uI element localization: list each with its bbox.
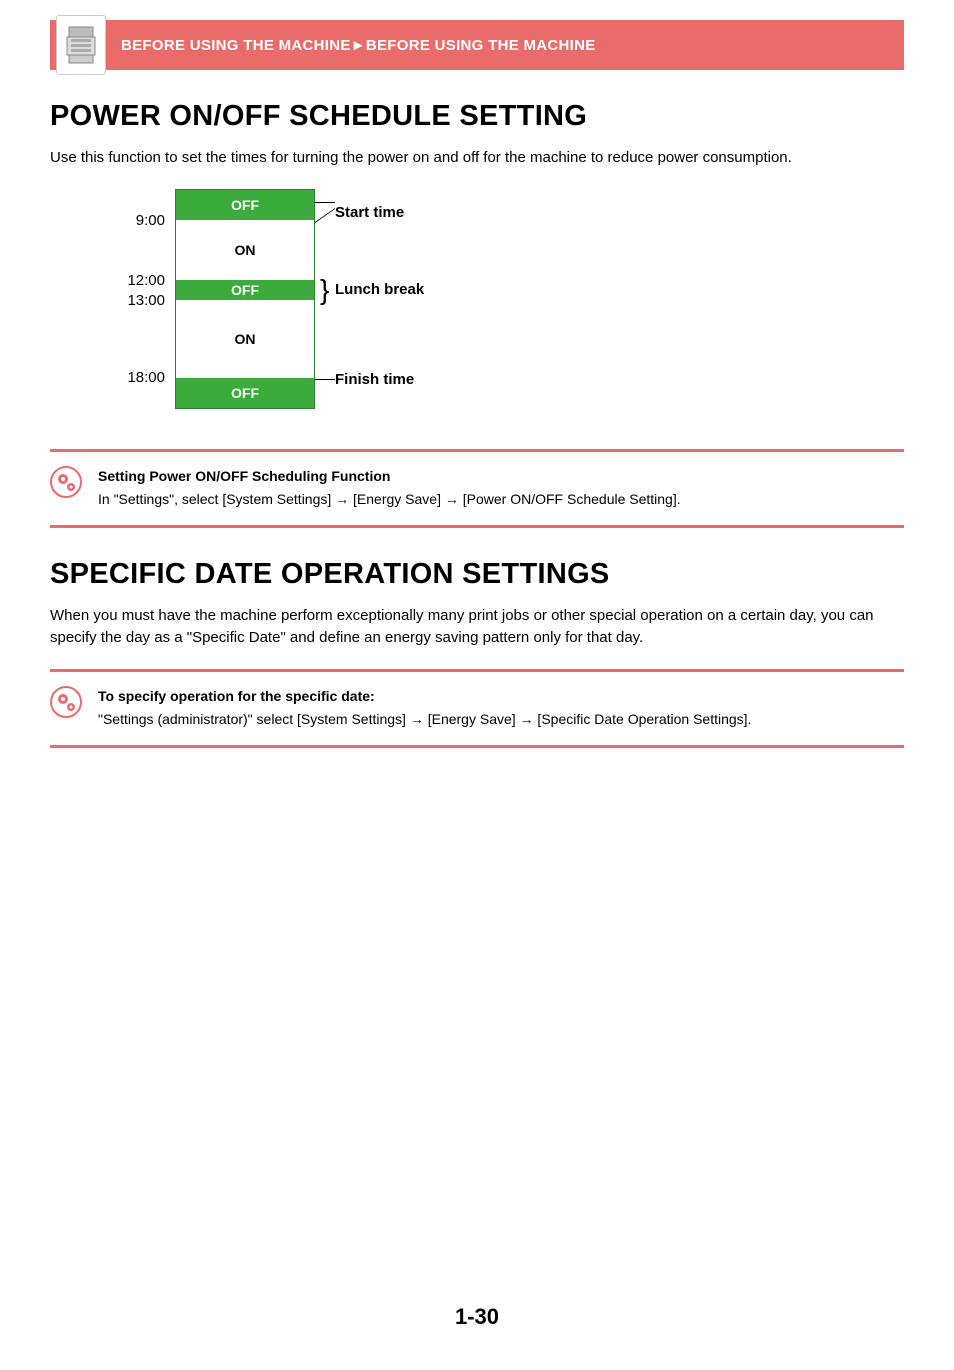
schedule-bar: OFF ON OFF ON OFF bbox=[175, 189, 315, 409]
note-title: Setting Power ON/OFF Scheduling Function bbox=[98, 466, 681, 488]
settings-gear-icon bbox=[50, 466, 90, 503]
schedule-diagram: 9:00 12:00 13:00 18:00 OFF ON OFF ON OFF… bbox=[50, 189, 904, 429]
time-label: 13:00 bbox=[110, 292, 165, 309]
note-block: Setting Power ON/OFF Scheduling Function… bbox=[50, 449, 904, 528]
note-body: To specify operation for the specific da… bbox=[98, 686, 751, 731]
breadcrumb: BEFORE USING THE MACHINE►BEFORE USING TH… bbox=[121, 37, 596, 54]
brace-icon: } bbox=[320, 276, 329, 304]
segment-off: OFF bbox=[176, 280, 314, 300]
connector-line bbox=[315, 208, 335, 223]
settings-gear-icon bbox=[50, 686, 90, 723]
note-block: To specify operation for the specific da… bbox=[50, 669, 904, 748]
time-label: 12:00 bbox=[110, 272, 165, 289]
page-number: 1-30 bbox=[0, 1304, 954, 1330]
section-intro-specific-date: When you must have the machine perform e… bbox=[50, 605, 904, 649]
note-text: In "Settings", select [System Settings] … bbox=[98, 491, 681, 507]
page-content: POWER ON/OFF SCHEDULE SETTING Use this f… bbox=[50, 100, 904, 748]
header-bar: BEFORE USING THE MACHINE►BEFORE USING TH… bbox=[50, 20, 904, 70]
section-title-power-schedule: POWER ON/OFF SCHEDULE SETTING bbox=[50, 100, 904, 133]
segment-off: OFF bbox=[176, 190, 314, 220]
section-title-specific-date: SPECIFIC DATE OPERATION SETTINGS bbox=[50, 558, 904, 591]
segment-on: ON bbox=[176, 220, 314, 280]
note-text: "Settings (administrator)" select [Syste… bbox=[98, 711, 751, 727]
diagram-label-finish-time: Finish time bbox=[335, 371, 414, 388]
note-body: Setting Power ON/OFF Scheduling Function… bbox=[98, 466, 681, 511]
time-label: 18:00 bbox=[110, 369, 165, 386]
machine-icon bbox=[56, 15, 106, 75]
diagram-label-lunch-break: Lunch break bbox=[335, 281, 424, 298]
note-title: To specify operation for the specific da… bbox=[98, 686, 751, 708]
segment-off: OFF bbox=[176, 378, 314, 408]
diagram-label-start-time: Start time bbox=[335, 204, 404, 221]
time-label: 9:00 bbox=[110, 212, 165, 229]
connector-line bbox=[315, 202, 335, 203]
segment-on: ON bbox=[176, 300, 314, 378]
connector-line bbox=[315, 379, 335, 380]
section-intro-power-schedule: Use this function to set the times for t… bbox=[50, 147, 904, 169]
